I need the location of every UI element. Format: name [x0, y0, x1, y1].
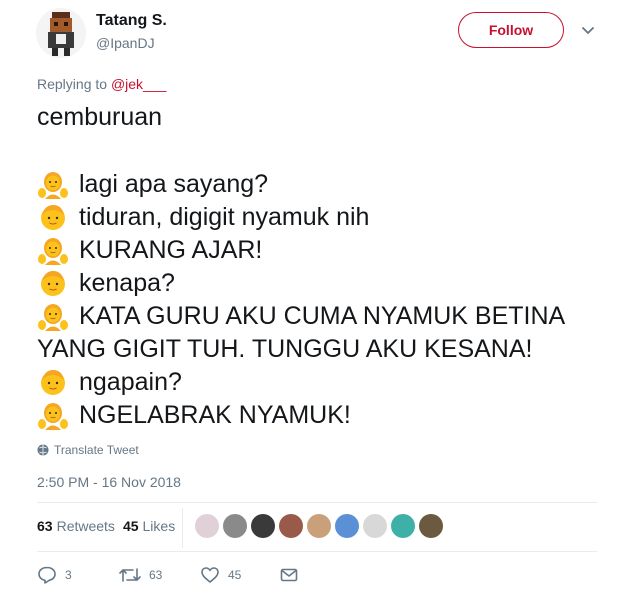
retweet-icon [119, 568, 141, 582]
replying-to: Replying to @jek___ [37, 76, 166, 92]
retweet-action[interactable]: 63 [119, 565, 162, 585]
person-with-raised-hands-icon [37, 168, 69, 200]
like-count: 45 [228, 568, 242, 582]
globe-icon [37, 444, 49, 456]
tweet-line-text: lagi apa sayang? [79, 169, 269, 198]
reply-icon [38, 566, 56, 584]
tweet-text: cemburuan lagi apa sayang? tiduran, digig… [37, 100, 617, 431]
liker-avatar[interactable] [419, 514, 443, 538]
heart-icon [201, 567, 219, 583]
boy-face-icon [37, 201, 69, 233]
tweet-line: kenapa? [37, 266, 617, 299]
tweet-line-text: ngapain? [79, 367, 182, 396]
stats-separator [182, 508, 183, 548]
liker-avatar[interactable] [195, 514, 219, 538]
tweet-line-text: kenapa? [79, 268, 175, 297]
person-with-raised-hands-icon [37, 399, 69, 431]
likes-stat[interactable]: 45 Likes [123, 518, 175, 534]
boy-face-icon [37, 267, 69, 299]
tweet-line: tiduran, digigit nyamuk nih [37, 200, 617, 233]
tweet-line-text: YANG GIGIT TUH. TUNGGU AKU KESANA! [37, 334, 533, 363]
liker-avatar[interactable] [307, 514, 331, 538]
tweet-line: KATA GURU AKU CUMA NYAMUK BETINA [37, 299, 617, 332]
replying-to-label: Replying to [37, 76, 108, 92]
tweet-line-text: KATA GURU AKU CUMA NYAMUK BETINA [79, 301, 566, 330]
chevron-down-icon[interactable] [580, 22, 596, 38]
divider [37, 502, 597, 503]
liker-avatar[interactable] [223, 514, 247, 538]
liker-avatar[interactable] [391, 514, 415, 538]
liker-avatar[interactable] [251, 514, 275, 538]
tweet-actions: 3 63 45 [37, 565, 337, 587]
reply-count: 3 [65, 568, 72, 582]
tweet-line-text: KURANG AJAR! [79, 235, 263, 264]
retweets-stat[interactable]: 63 Retweets [37, 518, 115, 534]
pixel-character-avatar-icon [36, 8, 86, 58]
tweet-line: lagi apa sayang? [37, 167, 617, 200]
author-handle[interactable]: @IpanDJ [96, 35, 155, 51]
divider [37, 551, 597, 552]
boy-face-icon [37, 366, 69, 398]
tweet-line-text: NGELABRAK NYAMUK! [79, 400, 351, 429]
avatar[interactable] [36, 8, 86, 58]
translate-label: Translate Tweet [54, 443, 139, 457]
mention-link[interactable]: @jek___ [111, 76, 166, 92]
person-with-raised-hands-icon [37, 300, 69, 332]
liker-avatar[interactable] [279, 514, 303, 538]
tweet-line: YANG GIGIT TUH. TUNGGU AKU KESANA! [37, 332, 617, 365]
liker-avatar[interactable] [335, 514, 359, 538]
person-with-raised-hands-icon [37, 234, 69, 266]
direct-message-action[interactable] [279, 565, 307, 585]
engagement-stats: 63 Retweets 45 Likes [37, 518, 183, 534]
retweet-count: 63 [149, 568, 163, 582]
like-action[interactable]: 45 [200, 565, 241, 585]
tweet-line-text: tiduran, digigit nyamuk nih [79, 202, 370, 231]
reply-action[interactable]: 3 [37, 565, 72, 585]
tweet-line: NGELABRAK NYAMUK! [37, 398, 617, 431]
translate-tweet-link[interactable]: Translate Tweet [37, 443, 139, 457]
tweet-header: Tatang S. @IpanDJ Follow [0, 0, 637, 70]
tweet-timestamp[interactable]: 2:50 PM - 16 Nov 2018 [37, 474, 181, 490]
tweet-line: KURANG AJAR! [37, 233, 617, 266]
author-display-name[interactable]: Tatang S. [96, 12, 167, 30]
envelope-icon [280, 568, 298, 582]
tweet-first-line: cemburuan [37, 102, 163, 131]
likers-avatars [195, 514, 447, 538]
liker-avatar[interactable] [363, 514, 387, 538]
tweet-line: ngapain? [37, 365, 617, 398]
follow-button[interactable]: Follow [458, 12, 564, 48]
